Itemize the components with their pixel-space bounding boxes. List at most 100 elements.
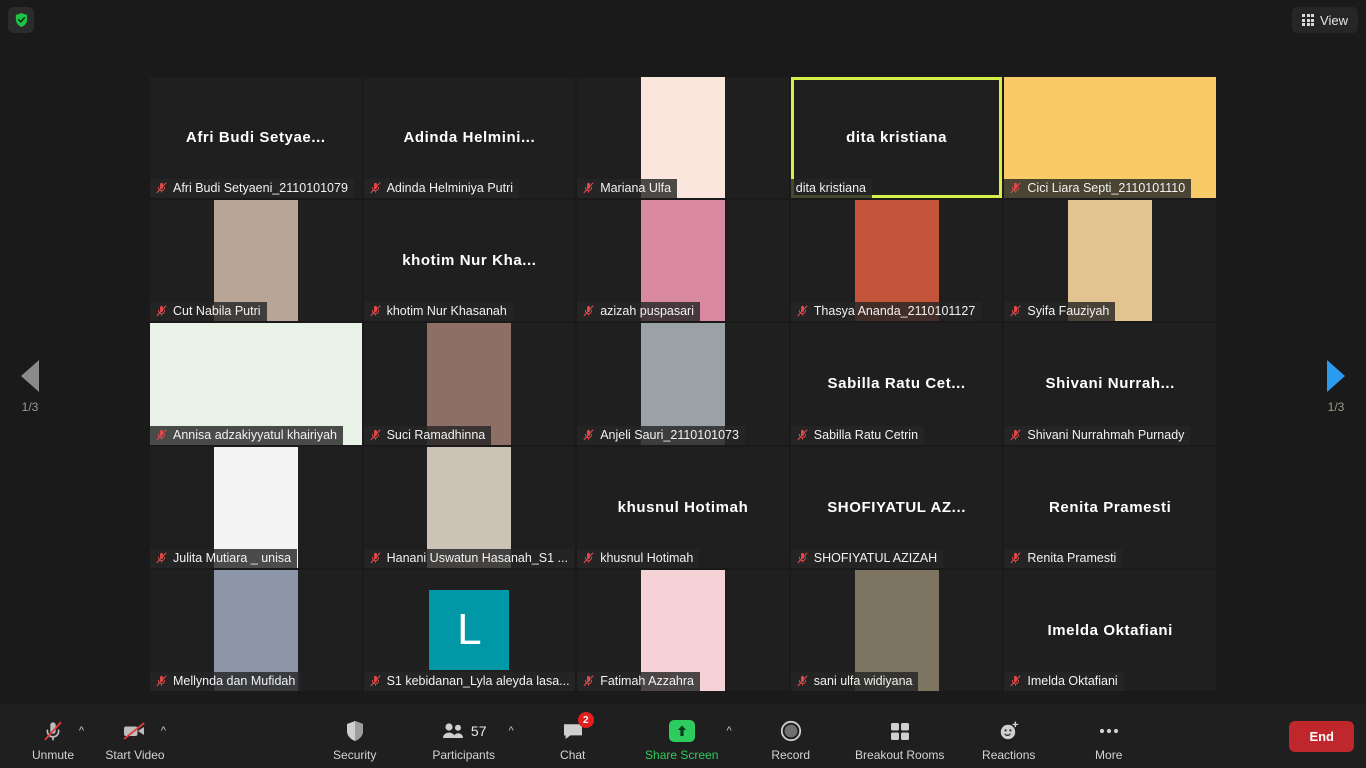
security-button[interactable]: Security (316, 710, 394, 762)
mic-off-icon (370, 552, 381, 563)
chat-unread-badge: 2 (577, 712, 594, 728)
participant-name-label: Mellynda dan Mufidah (173, 673, 296, 688)
participant-tile[interactable]: Julita Mutiara _ unisa (150, 446, 362, 568)
mic-off-icon (583, 675, 594, 687)
participant-display-name: khotim Nur Kha... (402, 252, 537, 270)
participant-tile[interactable]: Anjeli Sauri_2110101073 (577, 323, 789, 445)
participant-display-name: SHOFIYATUL AZ... (827, 498, 966, 516)
participant-name-label: Anjeli Sauri_2110101073 (600, 427, 739, 442)
participant-name-label: S1 kebidanan_Lyla aleyda lasa... (386, 673, 570, 688)
participants-count: 57 (470, 723, 487, 739)
participant-tile[interactable]: L S1 kebidanan_Lyla aleyda lasa... (363, 569, 576, 691)
participant-tile[interactable]: sani ulfa widiyana (790, 569, 1003, 691)
participant-display-name: Afri Budi Setyae... (185, 129, 326, 147)
participant-tile[interactable]: Cut Nabila Putri (150, 200, 362, 322)
unmute-button[interactable]: ^ Unmute (14, 710, 92, 762)
participant-tile[interactable]: Mariana Ulfa (577, 77, 789, 199)
share-options-caret[interactable]: ^ (727, 726, 732, 737)
next-page-control[interactable]: 1/3 (1306, 360, 1366, 414)
participant-display-name: Renita Pramesti (1049, 498, 1172, 516)
participant-name-label: Mariana Ulfa (600, 181, 672, 196)
mic-off-icon (370, 675, 381, 687)
participants-button[interactable]: 57 ^ Participants (416, 710, 514, 762)
reactions-button[interactable]: Reactions (970, 710, 1048, 762)
participant-name-label: Syifa Fauziyah (1027, 304, 1110, 319)
participant-name-bar: Fatimah Azzahra (577, 671, 700, 691)
view-button[interactable]: View (1292, 7, 1358, 33)
share-screen-icon (668, 718, 695, 744)
participant-name-label: Imelda Oktafiani (1027, 673, 1118, 688)
participant-tile[interactable]: Thasya Ananda_2110101127 (790, 200, 1003, 322)
participant-name-label: Shivani Nurrahmah Purnady (1027, 427, 1185, 442)
participant-tile[interactable]: SHOFIYATUL AZ... SHOFIYATUL AZIZAH (790, 446, 1003, 568)
participant-display-name: dita kristiana (846, 129, 948, 147)
more-button[interactable]: More (1070, 710, 1148, 762)
start-video-button[interactable]: ^ Start Video (96, 710, 174, 762)
participant-name-label: azizah puspasari (600, 304, 694, 319)
shield-icon (344, 718, 366, 744)
mic-off-icon (583, 429, 594, 440)
mic-off-icon (41, 718, 65, 744)
video-options-caret[interactable]: ^ (161, 726, 166, 737)
security-label: Security (333, 748, 377, 762)
participant-name-bar: Thasya Ananda_2110101127 (790, 302, 982, 322)
participant-tile[interactable]: Sabilla Ratu Cet... Sabilla Ratu Cetrin (790, 323, 1003, 445)
participants-icon: 57 (441, 718, 487, 744)
participant-name-bar: Imelda Oktafiani (1004, 671, 1124, 691)
participant-tile[interactable]: khusnul Hotimah khusnul Hotimah (577, 446, 789, 568)
breakout-rooms-button[interactable]: Breakout Rooms (852, 710, 948, 762)
encryption-shield-button[interactable] (8, 7, 34, 33)
participant-tile[interactable]: Hanani Uswatun Hasanah_S1 ... (363, 446, 576, 568)
participant-tile[interactable]: Syifa Fauziyah (1004, 200, 1216, 322)
record-button[interactable]: Record (752, 710, 830, 762)
participant-name-label: SHOFIYATUL AZIZAH (813, 550, 938, 565)
participant-tile[interactable]: Cici Liara Septi_2110101110 (1004, 77, 1216, 199)
mic-off-icon (1010, 429, 1021, 440)
participant-name-bar: sani ulfa widiyana (790, 671, 919, 691)
participant-name-label: Hanani Uswatun Hasanah_S1 ... (386, 550, 568, 565)
chat-label: Chat (560, 748, 586, 762)
participant-tile[interactable]: Shivani Nurrah... Shivani Nurrahmah Purna… (1004, 323, 1216, 445)
participant-tile[interactable]: Afri Budi Setyae... Afri Budi Setyaeni_21… (150, 77, 362, 199)
participant-name-bar: dita kristiana (790, 179, 872, 199)
participant-name-bar: Mariana Ulfa (577, 179, 678, 199)
participant-name-label: dita kristiana (795, 181, 866, 196)
participant-tile[interactable]: azizah puspasari (577, 200, 789, 322)
participant-name-bar: Anjeli Sauri_2110101073 (577, 425, 745, 445)
share-screen-button[interactable]: ^ Share Screen (634, 710, 732, 762)
participants-caret[interactable]: ^ (509, 726, 514, 737)
chat-button[interactable]: 2 Chat (534, 710, 612, 762)
top-bar: View (0, 0, 1366, 40)
more-icon (1097, 718, 1121, 744)
chevron-left-icon[interactable] (21, 360, 39, 392)
mic-off-icon (370, 305, 381, 317)
participant-name-bar: Mellynda dan Mufidah (150, 671, 302, 691)
meeting-toolbar: ^ Unmute ^ Start Video Security 57 ^ Par… (0, 704, 1366, 768)
zoom-meeting-window: View 1/3 1/3 Afri Budi Setyae... Afri Bud… (0, 0, 1366, 768)
mic-off-icon (797, 429, 808, 440)
participant-name-label: Renita Pramesti (1027, 550, 1117, 565)
participant-tile[interactable]: dita kristiana dita kristiana (790, 77, 1003, 199)
mic-off-icon (1010, 675, 1021, 687)
participant-name-bar: Syifa Fauziyah (1004, 302, 1116, 322)
chevron-right-icon[interactable] (1327, 360, 1345, 392)
participant-tile[interactable]: Renita Pramesti Renita Pramesti (1004, 446, 1216, 568)
mic-off-icon (156, 182, 167, 194)
participant-tile[interactable]: Adinda Helmini... Adinda Helminiya Putri (363, 77, 576, 199)
unmute-label: Unmute (31, 748, 75, 762)
participant-tile[interactable]: Annisa adzakiyyatul khairiyah (150, 323, 362, 445)
participant-tile[interactable]: khotim Nur Kha... khotim Nur Khasanah (363, 200, 576, 322)
participant-tile[interactable]: Imelda Oktafiani Imelda Oktafiani (1004, 569, 1216, 691)
participant-name-label: Fatimah Azzahra (600, 673, 694, 688)
participant-name-label: Cici Liara Septi_2110101110 (1027, 181, 1186, 196)
participant-tile[interactable]: Mellynda dan Mufidah (150, 569, 362, 691)
end-meeting-button[interactable]: End (1289, 720, 1354, 752)
participant-tile[interactable]: Fatimah Azzahra (577, 569, 789, 691)
mic-off-icon (370, 182, 381, 194)
participant-tile[interactable]: Suci Ramadhinna (363, 323, 576, 445)
participant-name-bar: S1 kebidanan_Lyla aleyda lasa... (363, 671, 576, 691)
participant-name-label: khusnul Hotimah (600, 550, 694, 565)
audio-options-caret[interactable]: ^ (79, 726, 84, 737)
previous-page-control[interactable]: 1/3 (0, 360, 60, 414)
shield-check-icon (15, 12, 27, 28)
